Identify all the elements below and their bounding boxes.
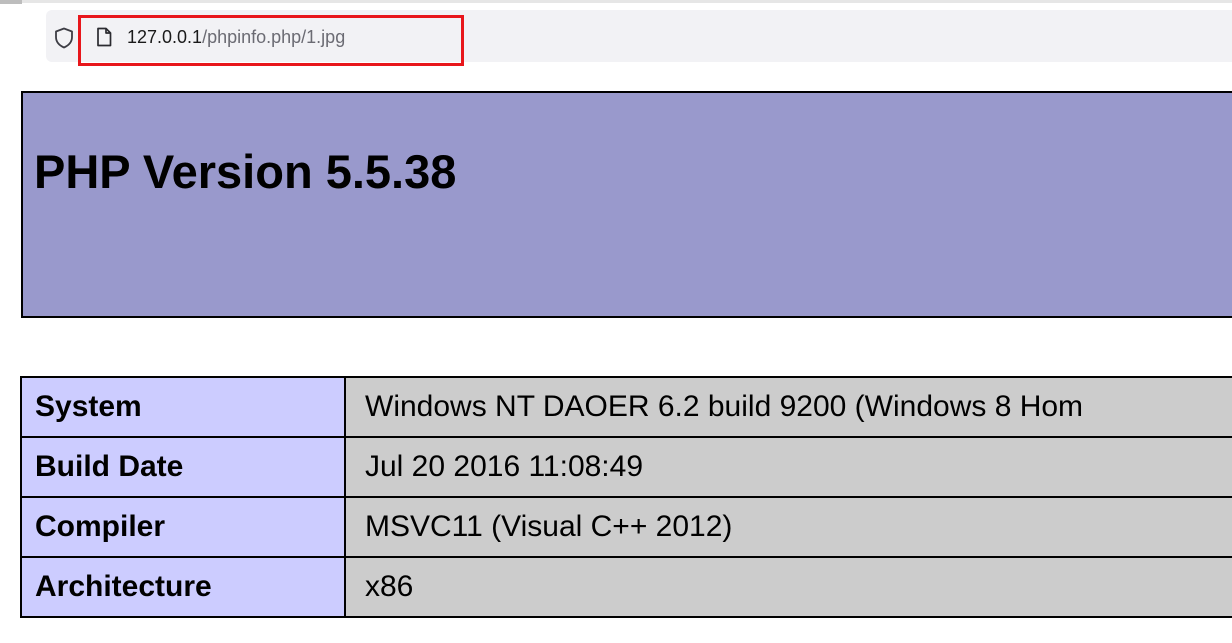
page-title: PHP Version 5.5.38 <box>34 145 457 198</box>
url-highlight-annotation <box>78 15 464 66</box>
info-key: Compiler <box>20 496 346 558</box>
shield-icon[interactable] <box>54 27 74 49</box>
php-header-banner <box>21 91 1232 318</box>
info-key: Architecture <box>20 556 346 618</box>
info-value: Jul 20 2016 11:08:49 <box>344 436 1232 498</box>
table-row: Build Date Jul 20 2016 11:08:49 <box>20 436 1232 498</box>
info-key: Build Date <box>20 436 346 498</box>
table-row: Compiler MSVC11 (Visual C++ 2012) <box>20 496 1232 558</box>
browser-tab-edge <box>0 0 22 4</box>
info-key: System <box>20 376 346 438</box>
php-info-table: System Windows NT DAOER 6.2 build 9200 (… <box>20 376 1232 618</box>
browser-top-border <box>0 0 1232 3</box>
table-row: System Windows NT DAOER 6.2 build 9200 (… <box>20 376 1232 438</box>
table-row: Architecture x86 <box>20 556 1232 618</box>
info-value: x86 <box>344 556 1232 618</box>
info-value: Windows NT DAOER 6.2 build 9200 (Windows… <box>344 376 1232 438</box>
info-value: MSVC11 (Visual C++ 2012) <box>344 496 1232 558</box>
